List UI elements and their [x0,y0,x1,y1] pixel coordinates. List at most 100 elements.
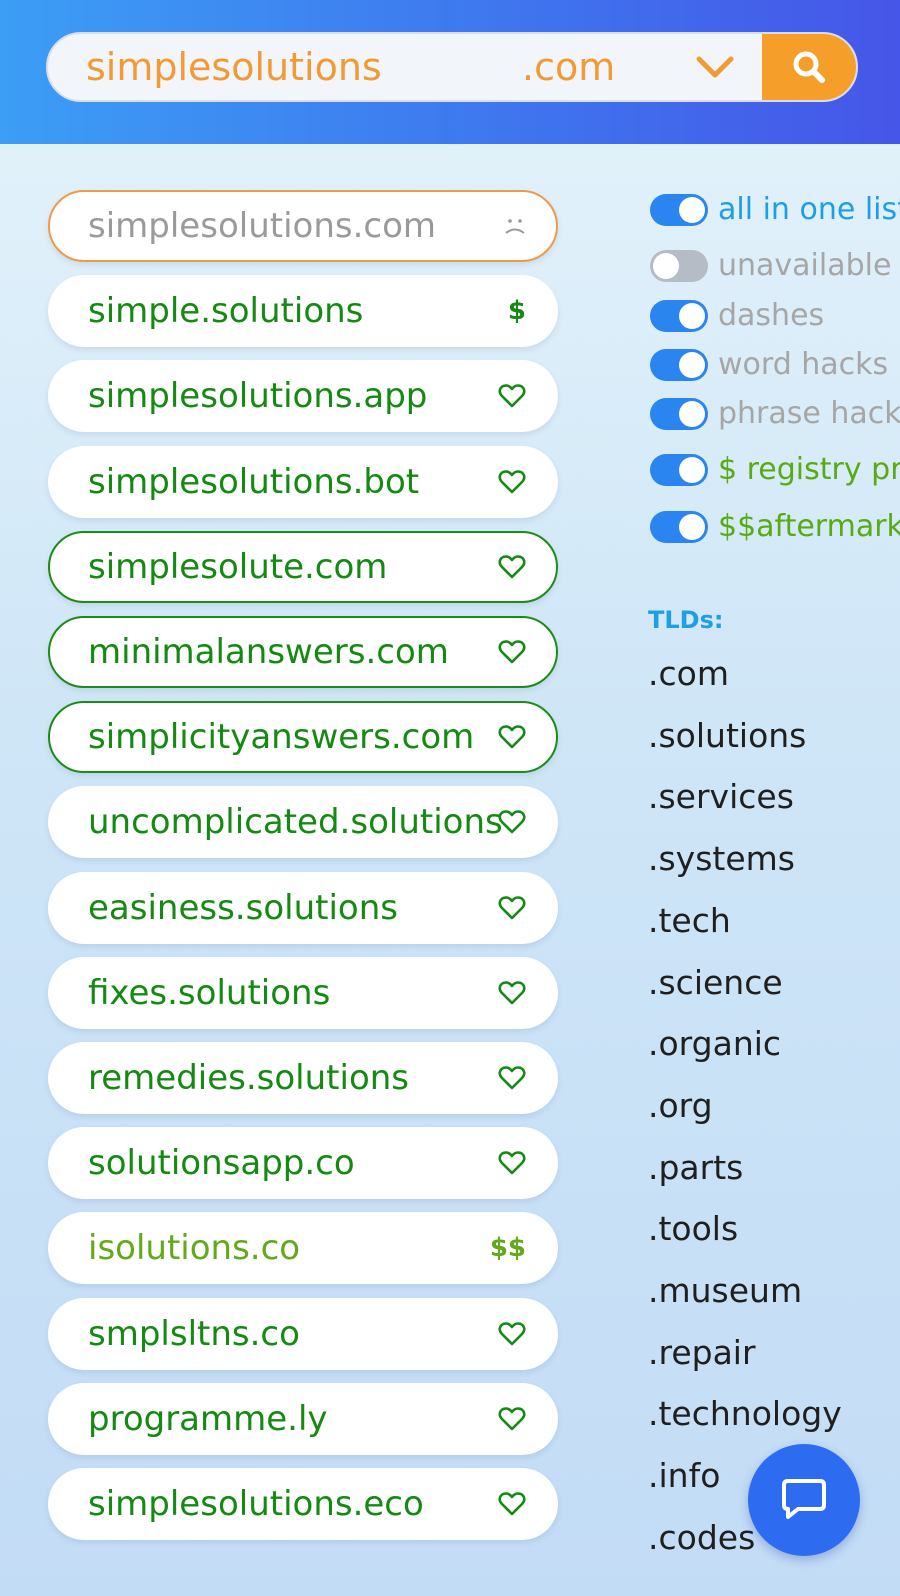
search-button[interactable] [762,34,856,100]
domain-result-row[interactable]: uncomplicated.solutions [48,786,558,859]
toggle-knob [679,401,705,427]
tld-option[interactable]: .tools [648,1207,738,1251]
domain-name: easiness.solutions [88,887,398,928]
domain-result-row[interactable]: simple.solutions $ [48,275,558,348]
toggle-switch[interactable] [650,511,708,543]
heart-icon[interactable] [498,639,526,665]
tld-option[interactable]: .org [648,1084,713,1128]
tld-option[interactable]: .science [648,961,783,1005]
filter-toggle-row[interactable]: unavailable [650,246,900,286]
filter-toggle-row[interactable]: dashes [650,296,900,336]
domain-name: simple.solutions [88,291,364,332]
domain-result-row[interactable]: simplesolutions.eco [48,1468,558,1540]
heart-icon[interactable] [498,383,526,409]
tld-option[interactable]: .repair [648,1331,756,1375]
tld-option[interactable]: .organic [648,1022,781,1066]
tld-option[interactable]: .systems [648,837,795,881]
heart-icon[interactable] [498,1406,526,1432]
tld-option[interactable]: .com [648,652,729,696]
tld-option[interactable]: .museum [648,1269,802,1313]
search-icon [793,51,825,83]
chevron-down-icon[interactable] [694,52,736,82]
domain-name: smplsltns.co [88,1313,300,1354]
toggle-knob [679,457,705,483]
heart-icon[interactable] [498,469,526,495]
heart-icon[interactable] [498,554,526,580]
toggle-knob [679,197,705,223]
domain-name: simplesolutions.bot [88,461,420,502]
search-bar[interactable]: simplesolutions .com [46,32,858,102]
domain-result-row[interactable]: isolutions.co $$ [48,1212,558,1285]
sad-face-icon [505,219,525,234]
aftermarket-price-badge: $$ [489,1233,526,1264]
chat-button[interactable] [748,1444,860,1556]
header-bar: simplesolutions .com [0,0,900,144]
heart-icon[interactable] [498,1150,526,1176]
domain-result-row[interactable]: simplicityanswers.com [48,701,558,774]
domain-result-row[interactable]: solutionsapp.co [48,1127,558,1200]
search-input[interactable]: simplesolutions [86,34,382,100]
domain-name: fixes.solutions [88,972,331,1013]
filter-toggle-row[interactable]: $$aftermarke [650,507,900,547]
domain-result-row[interactable]: simplesolutions.bot [48,445,558,518]
tld-option[interactable]: .tech [648,899,731,943]
domain-result-row[interactable]: simplesolutions.app [48,360,558,433]
toggle-switch[interactable] [650,454,708,486]
heart-icon[interactable] [498,1491,526,1517]
tld-option[interactable]: .solutions [648,714,806,758]
toggle-switch[interactable] [650,194,708,226]
domain-result-row[interactable]: smplsltns.co [48,1297,558,1370]
filter-label: $$aftermarke [718,509,900,544]
chat-bubble-icon [782,1479,826,1519]
heart-icon[interactable] [498,895,526,921]
domain-result-row[interactable]: minimalanswers.com [48,616,558,688]
filter-label: $ registry pre [718,452,900,487]
heart-icon[interactable] [498,1321,526,1347]
premium-price-badge: $ [507,296,526,327]
tld-option[interactable]: .technology [648,1392,842,1436]
filter-label: phrase hacks [718,396,900,431]
filter-label: unavailable [718,248,892,283]
domain-name: simplicityanswers.com [88,717,475,758]
filter-toggle-row[interactable]: phrase hacks [650,394,900,434]
domain-name: simplesolutions.com [88,206,437,246]
heart-icon[interactable] [498,809,526,835]
domain-result-row[interactable]: remedies.solutions [48,1042,558,1114]
filter-toggle-row[interactable]: all in one list [650,190,900,230]
domain-name: remedies.solutions [88,1058,410,1098]
domain-name: programme.ly [88,1398,328,1439]
domain-result-row[interactable]: fixes.solutions [48,956,558,1029]
toggle-switch[interactable] [650,300,708,332]
domain-name: solutionsapp.co [88,1143,355,1184]
toggle-switch[interactable] [650,250,708,282]
domain-result-row[interactable]: simplesolute.com [48,530,558,603]
domain-result-row[interactable]: simplesolutions.com [48,190,558,262]
domain-name: simplesolute.com [88,546,388,587]
toggle-switch[interactable] [650,349,708,381]
filter-toggle-row[interactable]: word hacks [650,345,900,385]
domain-name: uncomplicated.solutions [88,802,503,843]
filter-label: dashes [718,298,825,333]
domain-name: isolutions.co [88,1228,301,1269]
tld-option[interactable]: .info [648,1454,720,1498]
domain-name: simplesolutions.eco [88,1484,424,1524]
domain-name: minimalanswers.com [88,632,449,672]
heart-icon[interactable] [498,724,526,750]
filter-label: word hacks [718,347,889,382]
heart-icon[interactable] [498,1065,526,1091]
toggle-knob [653,253,679,279]
tld-option[interactable]: .services [648,775,794,819]
heart-icon[interactable] [498,980,526,1006]
tld-option[interactable]: .codes [648,1516,755,1560]
tlds-heading: TLDs: [648,606,724,634]
domain-result-row[interactable]: programme.ly [48,1382,558,1455]
domain-result-row[interactable]: easiness.solutions [48,871,558,944]
filter-label: all in one list [718,192,900,227]
domain-name: simplesolutions.app [88,376,428,417]
toggle-knob [679,514,705,540]
tld-select[interactable]: .com [522,34,615,100]
toggle-knob [679,352,705,378]
toggle-switch[interactable] [650,398,708,430]
tld-option[interactable]: .parts [648,1146,743,1190]
filter-toggle-row[interactable]: $ registry pre [650,450,900,490]
